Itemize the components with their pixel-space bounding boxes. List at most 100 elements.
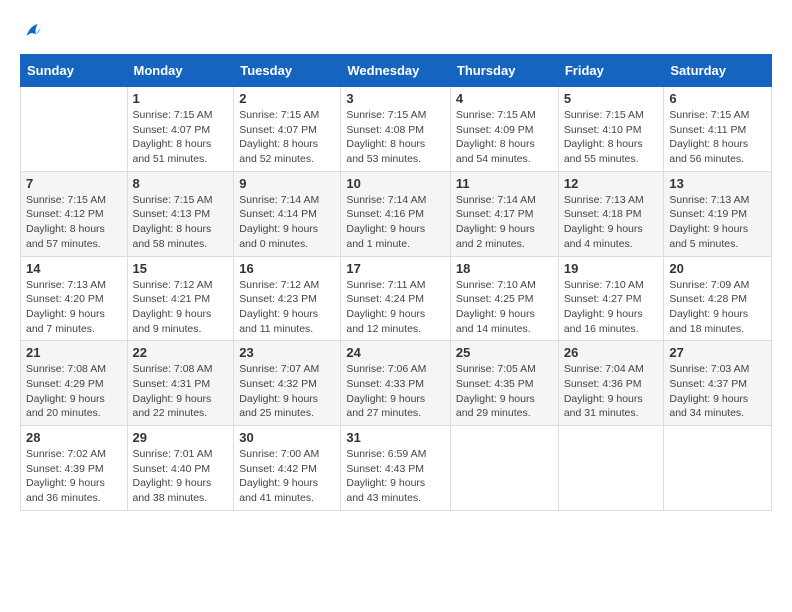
day-info: Sunrise: 7:12 AMSunset: 4:23 PMDaylight:… [239, 278, 335, 337]
calendar-week-row: 21 Sunrise: 7:08 AMSunset: 4:29 PMDayligh… [21, 341, 772, 426]
day-info: Sunrise: 7:14 AMSunset: 4:17 PMDaylight:… [456, 193, 553, 252]
day-info: Sunrise: 7:15 AMSunset: 4:11 PMDaylight:… [669, 108, 766, 167]
day-info: Sunrise: 7:12 AMSunset: 4:21 PMDaylight:… [133, 278, 229, 337]
day-number: 15 [133, 261, 229, 276]
logo-bird-icon [20, 20, 44, 44]
day-number: 23 [239, 345, 335, 360]
day-info: Sunrise: 7:09 AMSunset: 4:28 PMDaylight:… [669, 278, 766, 337]
calendar-cell: 15 Sunrise: 7:12 AMSunset: 4:21 PMDayligh… [127, 256, 234, 341]
calendar-cell: 1 Sunrise: 7:15 AMSunset: 4:07 PMDaylight… [127, 87, 234, 172]
day-info: Sunrise: 7:15 AMSunset: 4:08 PMDaylight:… [346, 108, 445, 167]
calendar-cell: 14 Sunrise: 7:13 AMSunset: 4:20 PMDayligh… [21, 256, 128, 341]
calendar-cell: 16Sunrise: 7:12 AMSunset: 4:23 PMDayligh… [234, 256, 341, 341]
calendar-cell: 2Sunrise: 7:15 AMSunset: 4:07 PMDaylight… [234, 87, 341, 172]
day-number: 22 [133, 345, 229, 360]
day-number: 9 [239, 176, 335, 191]
calendar-cell: 17 Sunrise: 7:11 AMSunset: 4:24 PMDayligh… [341, 256, 451, 341]
day-info: Sunrise: 7:10 AMSunset: 4:27 PMDaylight:… [564, 278, 659, 337]
logo [20, 20, 48, 44]
day-info: Sunrise: 7:02 AMSunset: 4:39 PMDaylight:… [26, 447, 122, 506]
calendar-cell: 29 Sunrise: 7:01 AMSunset: 4:40 PMDayligh… [127, 426, 234, 511]
day-info: Sunrise: 7:00 AMSunset: 4:42 PMDaylight:… [239, 447, 335, 506]
day-number: 6 [669, 91, 766, 106]
day-info: Sunrise: 7:03 AMSunset: 4:37 PMDaylight:… [669, 362, 766, 421]
calendar-cell [558, 426, 664, 511]
calendar-header-row: SundayMondayTuesdayWednesdayThursdayFrid… [21, 55, 772, 87]
day-number: 11 [456, 176, 553, 191]
calendar-cell: 31 Sunrise: 6:59 AMSunset: 4:43 PMDayligh… [341, 426, 451, 511]
day-number: 17 [346, 261, 445, 276]
day-info: Sunrise: 7:13 AMSunset: 4:19 PMDaylight:… [669, 193, 766, 252]
calendar-cell: 10 Sunrise: 7:14 AMSunset: 4:16 PMDayligh… [341, 171, 451, 256]
calendar-cell: 13 Sunrise: 7:13 AMSunset: 4:19 PMDayligh… [664, 171, 772, 256]
weekday-header-friday: Friday [558, 55, 664, 87]
day-number: 13 [669, 176, 766, 191]
day-info: Sunrise: 7:04 AMSunset: 4:36 PMDaylight:… [564, 362, 659, 421]
calendar-cell: 19 Sunrise: 7:10 AMSunset: 4:27 PMDayligh… [558, 256, 664, 341]
day-info: Sunrise: 7:11 AMSunset: 4:24 PMDaylight:… [346, 278, 445, 337]
calendar-cell: 28 Sunrise: 7:02 AMSunset: 4:39 PMDayligh… [21, 426, 128, 511]
weekday-header-monday: Monday [127, 55, 234, 87]
weekday-header-thursday: Thursday [450, 55, 558, 87]
calendar-week-row: 7 Sunrise: 7:15 AMSunset: 4:12 PMDaylight… [21, 171, 772, 256]
day-number: 31 [346, 430, 445, 445]
day-info: Sunrise: 7:13 AMSunset: 4:18 PMDaylight:… [564, 193, 659, 252]
day-info: Sunrise: 7:15 AMSunset: 4:07 PMDaylight:… [133, 108, 229, 167]
calendar-cell: 30Sunrise: 7:00 AMSunset: 4:42 PMDayligh… [234, 426, 341, 511]
day-info: Sunrise: 7:08 AMSunset: 4:31 PMDaylight:… [133, 362, 229, 421]
day-info: Sunrise: 7:07 AMSunset: 4:32 PMDaylight:… [239, 362, 335, 421]
day-number: 14 [26, 261, 122, 276]
day-info: Sunrise: 7:15 AMSunset: 4:09 PMDaylight:… [456, 108, 553, 167]
day-number: 24 [346, 345, 445, 360]
day-info: Sunrise: 7:01 AMSunset: 4:40 PMDaylight:… [133, 447, 229, 506]
day-info: Sunrise: 7:05 AMSunset: 4:35 PMDaylight:… [456, 362, 553, 421]
calendar-cell: 18Sunrise: 7:10 AMSunset: 4:25 PMDayligh… [450, 256, 558, 341]
calendar-cell: 25 Sunrise: 7:05 AMSunset: 4:35 PMDayligh… [450, 341, 558, 426]
calendar-cell [450, 426, 558, 511]
day-number: 5 [564, 91, 659, 106]
day-info: Sunrise: 7:06 AMSunset: 4:33 PMDaylight:… [346, 362, 445, 421]
day-number: 4 [456, 91, 553, 106]
day-info: Sunrise: 7:15 AMSunset: 4:10 PMDaylight:… [564, 108, 659, 167]
day-number: 19 [564, 261, 659, 276]
calendar-week-row: 28 Sunrise: 7:02 AMSunset: 4:39 PMDayligh… [21, 426, 772, 511]
calendar-cell: 27 Sunrise: 7:03 AMSunset: 4:37 PMDayligh… [664, 341, 772, 426]
weekday-header-tuesday: Tuesday [234, 55, 341, 87]
calendar-cell: 9 Sunrise: 7:14 AMSunset: 4:14 PMDaylight… [234, 171, 341, 256]
day-info: Sunrise: 7:15 AMSunset: 4:13 PMDaylight:… [133, 193, 229, 252]
day-number: 3 [346, 91, 445, 106]
day-number: 25 [456, 345, 553, 360]
day-number: 7 [26, 176, 122, 191]
day-number: 8 [133, 176, 229, 191]
weekday-header-wednesday: Wednesday [341, 55, 451, 87]
day-info: Sunrise: 7:08 AMSunset: 4:29 PMDaylight:… [26, 362, 122, 421]
calendar-cell [21, 87, 128, 172]
day-info: Sunrise: 7:14 AMSunset: 4:16 PMDaylight:… [346, 193, 445, 252]
day-info: Sunrise: 7:14 AMSunset: 4:14 PMDaylight:… [239, 193, 335, 252]
calendar-cell: 26 Sunrise: 7:04 AMSunset: 4:36 PMDayligh… [558, 341, 664, 426]
day-info: Sunrise: 7:15 AMSunset: 4:12 PMDaylight:… [26, 193, 122, 252]
calendar-cell: 6 Sunrise: 7:15 AMSunset: 4:11 PMDaylight… [664, 87, 772, 172]
day-info: Sunrise: 7:13 AMSunset: 4:20 PMDaylight:… [26, 278, 122, 337]
day-info: Sunrise: 6:59 AMSunset: 4:43 PMDaylight:… [346, 447, 445, 506]
day-number: 28 [26, 430, 122, 445]
header [20, 20, 772, 44]
day-number: 21 [26, 345, 122, 360]
calendar-cell: 4 Sunrise: 7:15 AMSunset: 4:09 PMDaylight… [450, 87, 558, 172]
calendar-cell [664, 426, 772, 511]
calendar-cell: 23 Sunrise: 7:07 AMSunset: 4:32 PMDayligh… [234, 341, 341, 426]
calendar-cell: 3 Sunrise: 7:15 AMSunset: 4:08 PMDaylight… [341, 87, 451, 172]
calendar-cell: 22 Sunrise: 7:08 AMSunset: 4:31 PMDayligh… [127, 341, 234, 426]
day-number: 10 [346, 176, 445, 191]
calendar-cell: 20 Sunrise: 7:09 AMSunset: 4:28 PMDayligh… [664, 256, 772, 341]
calendar-cell: 12 Sunrise: 7:13 AMSunset: 4:18 PMDayligh… [558, 171, 664, 256]
calendar-cell: 5 Sunrise: 7:15 AMSunset: 4:10 PMDaylight… [558, 87, 664, 172]
day-number: 27 [669, 345, 766, 360]
day-number: 2 [239, 91, 335, 106]
day-number: 26 [564, 345, 659, 360]
day-number: 1 [133, 91, 229, 106]
day-number: 29 [133, 430, 229, 445]
weekday-header-saturday: Saturday [664, 55, 772, 87]
day-number: 20 [669, 261, 766, 276]
day-number: 12 [564, 176, 659, 191]
